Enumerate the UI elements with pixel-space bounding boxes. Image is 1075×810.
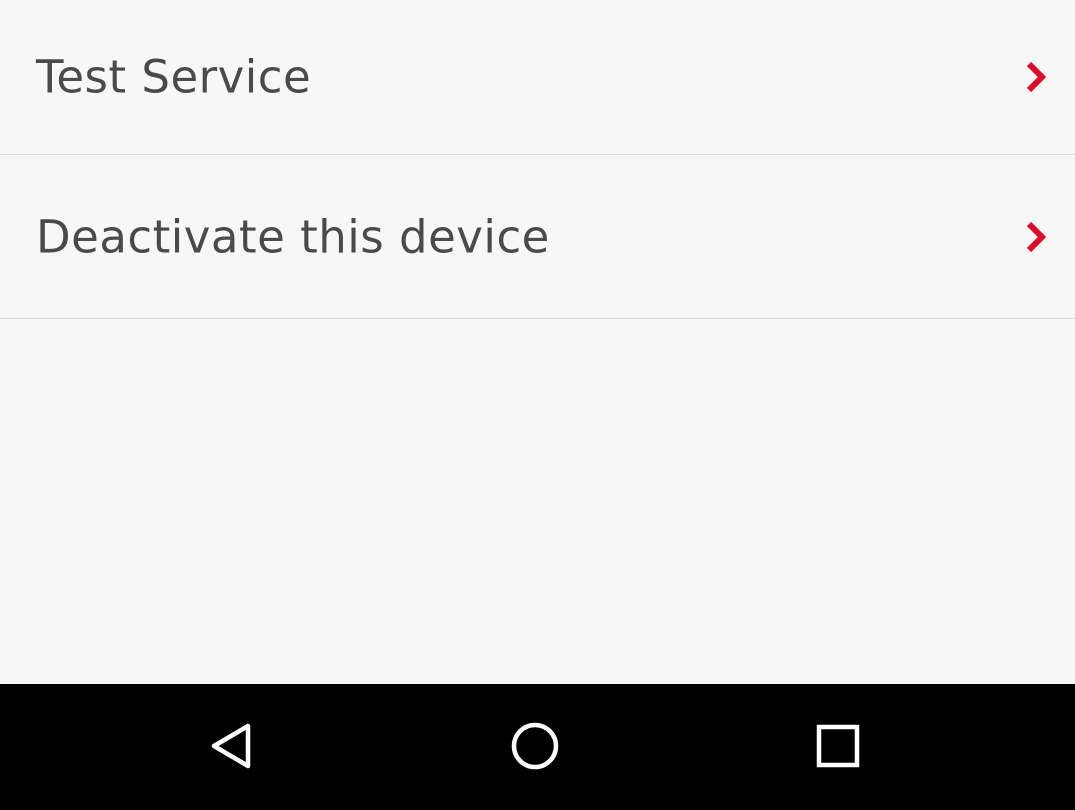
system-navigation-bar [0,684,1075,810]
recents-button[interactable] [808,716,868,776]
chevron-right-icon [1023,59,1049,95]
home-button[interactable] [505,716,565,776]
list-item-label: Deactivate this device [36,210,550,263]
list-item-test-service[interactable]: Test Service [0,0,1075,155]
list-item-deactivate-device[interactable]: Deactivate this device [0,155,1075,319]
home-circle-icon [511,722,559,770]
back-triangle-icon [211,723,251,769]
screen: Test Service Deactivate this device [0,0,1075,810]
chevron-right-icon [1023,219,1049,255]
back-button[interactable] [202,716,262,776]
recents-square-icon [816,724,860,768]
list-item-label: Test Service [36,50,312,104]
settings-list: Test Service Deactivate this device [0,0,1075,319]
